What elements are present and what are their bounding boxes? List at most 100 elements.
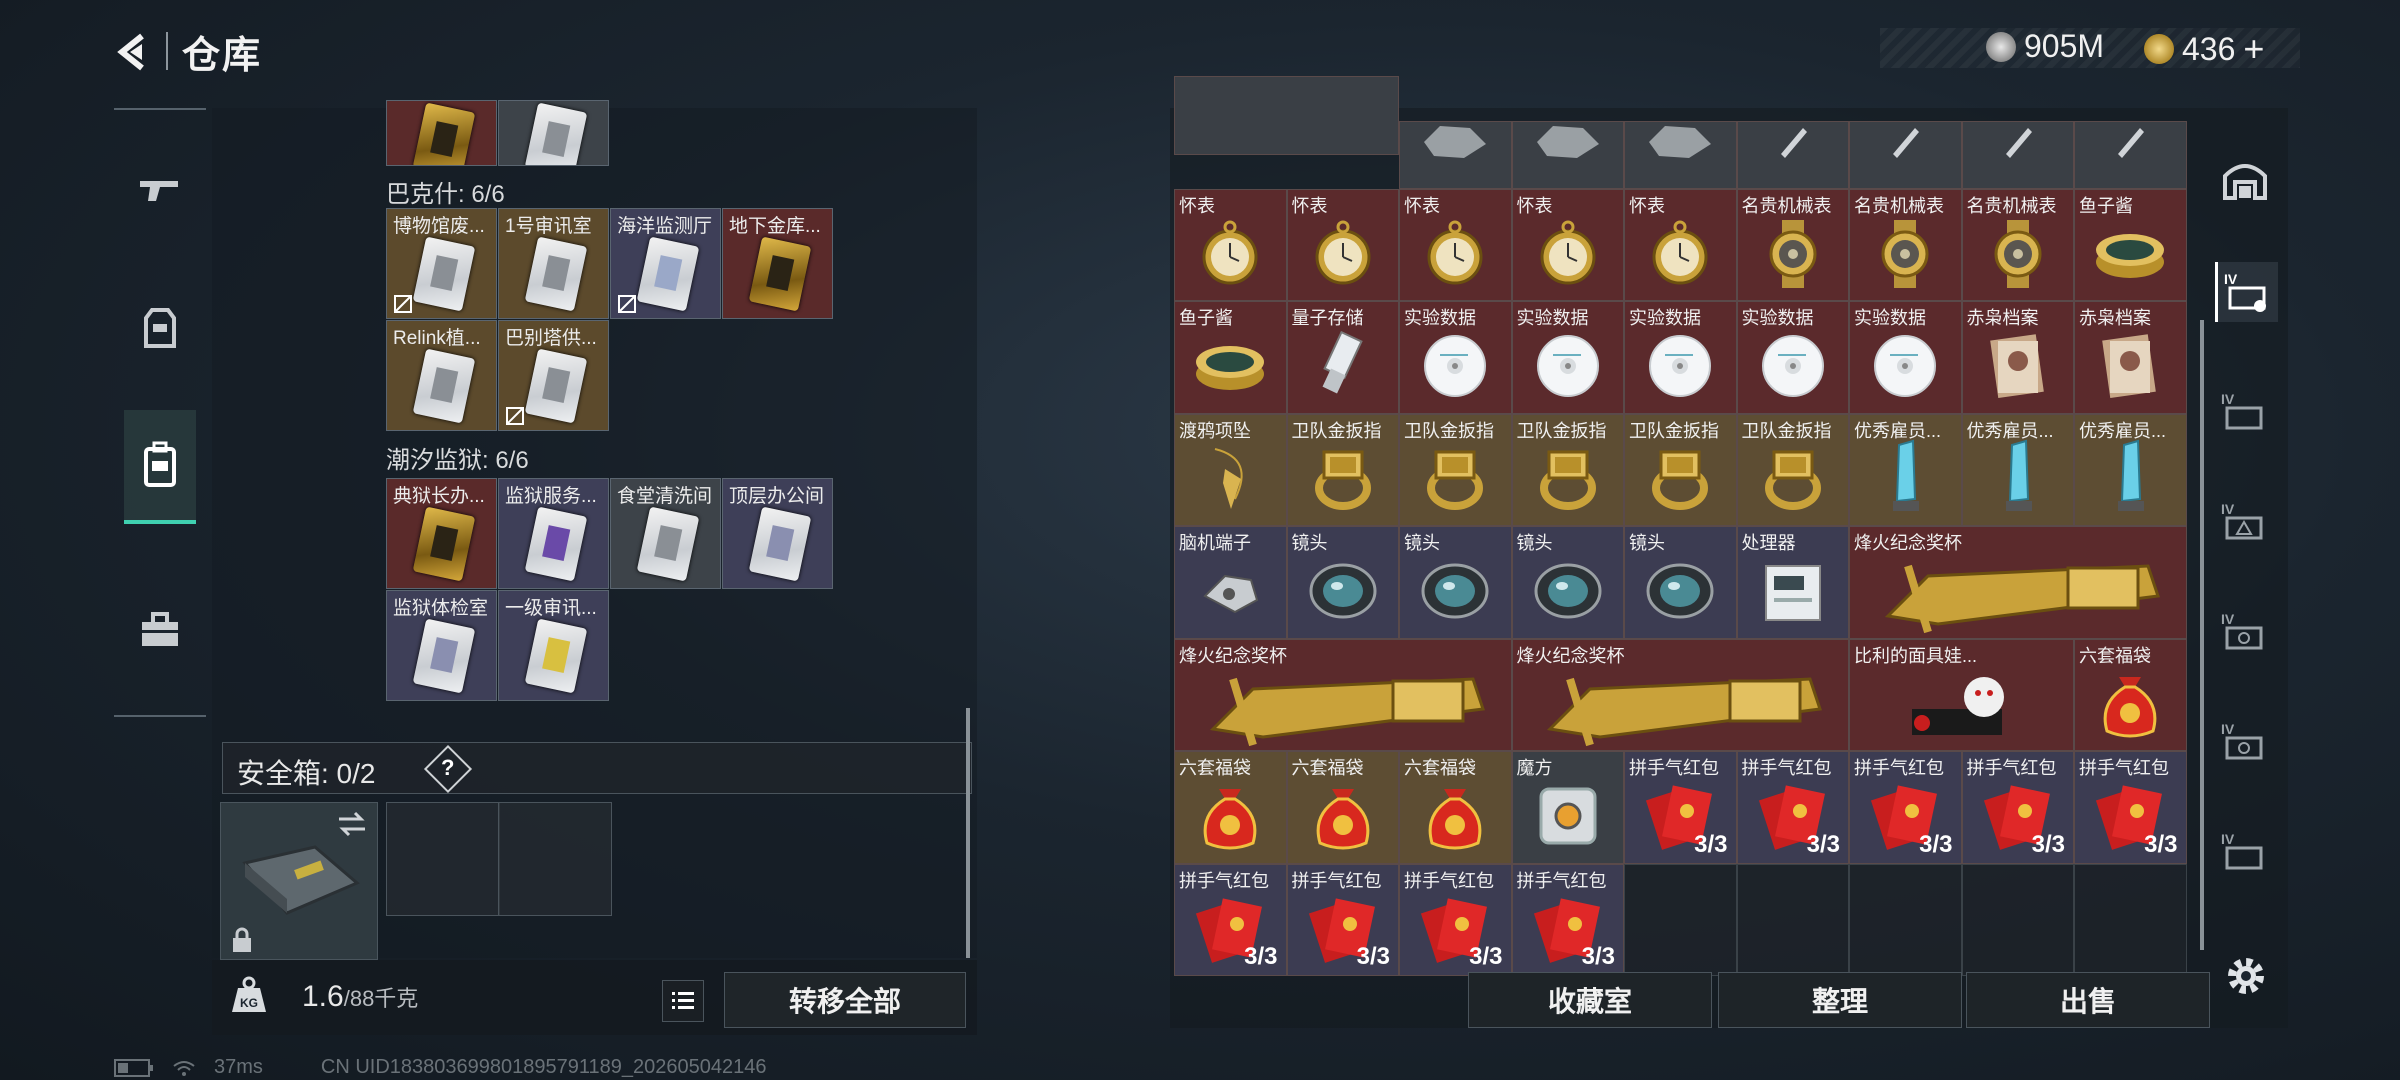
tab-storage-iv-1[interactable]: IV xyxy=(2215,262,2278,322)
keycard-slot[interactable]: 博物馆废... xyxy=(386,208,497,319)
quantum-storage-icon xyxy=(1322,331,1363,394)
item-slot[interactable]: 鱼子酱 xyxy=(1174,301,1287,414)
left-scrollbar[interactable] xyxy=(966,708,970,958)
camera-lens-icon xyxy=(1421,563,1489,619)
item-slot[interactable]: 拼手气红包 3/3 xyxy=(1961,751,2074,864)
sell-button[interactable]: 出售 xyxy=(1966,972,2210,1028)
keycard-slot[interactable]: 一级审讯... xyxy=(498,590,609,701)
tab-storage-iv-4[interactable]: IV xyxy=(2215,602,2275,662)
item-slot[interactable]: 怀表 xyxy=(1399,188,1512,301)
item-slot[interactable]: 实验数据 xyxy=(1736,301,1849,414)
add-ticket-icon[interactable]: + xyxy=(2243,28,2264,70)
item-slot[interactable]: 实验数据 xyxy=(1624,301,1737,414)
item-slot[interactable]: 烽火纪念奖杯 xyxy=(1174,638,1512,751)
item-slot[interactable]: 卫队金扳指 xyxy=(1286,413,1399,526)
ticket-balance[interactable]: 436 + xyxy=(2144,28,2264,70)
item-slot[interactable]: 处理器 xyxy=(1736,526,1849,639)
item-slot[interactable] xyxy=(1174,76,1399,155)
transfer-all-button[interactable]: 转移全部 xyxy=(724,972,966,1028)
item-slot[interactable]: 实验数据 xyxy=(1511,301,1624,414)
item-slot[interactable]: 优秀雇员... xyxy=(1849,413,1962,526)
list-view-button[interactable] xyxy=(662,980,704,1022)
keycard-slot[interactable]: 监狱服务... xyxy=(498,478,609,589)
collection-room-button[interactable]: 收藏室 xyxy=(1468,972,1712,1028)
item-slot[interactable]: 优秀雇员... xyxy=(1961,413,2074,526)
item-slot[interactable]: 卫队金扳指 xyxy=(1511,413,1624,526)
sort-button[interactable]: 整理 xyxy=(1718,972,1962,1028)
tab-storage-iv-5[interactable]: IV xyxy=(2215,712,2275,772)
item-slot[interactable]: 名贵机械表 xyxy=(1736,188,1849,301)
item-slot[interactable]: 卫队金扳指 xyxy=(1399,413,1512,526)
settings-icon[interactable] xyxy=(2222,952,2270,1000)
keycard-slot[interactable]: 巴别塔供... xyxy=(498,320,609,431)
item-slot[interactable]: 六套福袋 xyxy=(2074,638,2187,751)
item-slot[interactable]: 名贵机械表 xyxy=(1849,188,1962,301)
item-slot[interactable] xyxy=(1736,121,1849,189)
item-slot[interactable]: 镜头 xyxy=(1624,526,1737,639)
keycard-slot[interactable]: 监狱体检室 xyxy=(386,590,497,701)
item-slot[interactable]: 拼手气红包 3/3 xyxy=(2074,751,2187,864)
item-slot[interactable]: 魔方 xyxy=(1511,751,1624,864)
item-slot[interactable]: 拼手气红包 3/3 xyxy=(1736,751,1849,864)
item-slot[interactable]: 实验数据 xyxy=(1849,301,1962,414)
item-slot[interactable]: 脑机端子 xyxy=(1174,526,1287,639)
keycard-icon xyxy=(412,618,476,694)
swap-icon[interactable] xyxy=(337,811,367,837)
item-slot[interactable]: 赤枭档案 xyxy=(1961,301,2074,414)
item-slot[interactable]: 怀表 xyxy=(1511,188,1624,301)
item-slot[interactable]: 烽火纪念奖杯 xyxy=(1849,526,2187,639)
tab-storage-iv-2[interactable]: IV xyxy=(2215,382,2275,442)
tab-warehouse-home[interactable] xyxy=(2215,150,2275,210)
item-slot[interactable] xyxy=(2074,121,2187,189)
item-slot[interactable]: 量子存储 xyxy=(1286,301,1399,414)
item-slot[interactable]: 六套福袋 xyxy=(1174,751,1287,864)
item-slot[interactable] xyxy=(1399,121,1512,189)
item-slot[interactable]: 六套福袋 xyxy=(1286,751,1399,864)
right-scrollbar[interactable] xyxy=(2200,320,2204,950)
item-slot[interactable]: 鱼子酱 xyxy=(2074,188,2187,301)
item-slot[interactable]: 名贵机械表 xyxy=(1961,188,2074,301)
nav-toolbox[interactable] xyxy=(124,590,196,670)
nav-armor[interactable] xyxy=(124,288,196,368)
item-slot[interactable]: 优秀雇员... xyxy=(2074,413,2187,526)
item-slot[interactable]: 拼手气红包 3/3 xyxy=(1624,751,1737,864)
nav-storage[interactable] xyxy=(124,410,196,524)
back-icon[interactable] xyxy=(112,30,156,74)
item-slot[interactable]: 实验数据 xyxy=(1399,301,1512,414)
safe-box-slot[interactable] xyxy=(498,802,612,916)
item-slot[interactable] xyxy=(386,100,497,166)
keycard-slot[interactable]: 地下金库... xyxy=(722,208,833,319)
item-slot[interactable] xyxy=(1961,121,2074,189)
keycard-slot[interactable]: 海洋监测厅 xyxy=(610,208,721,319)
item-slot[interactable] xyxy=(1511,121,1624,189)
item-slot[interactable]: 镜头 xyxy=(1399,526,1512,639)
item-slot[interactable]: 拼手气红包 3/3 xyxy=(1849,751,1962,864)
keycard-slot[interactable]: Relink植... xyxy=(386,320,497,431)
item-slot[interactable] xyxy=(1849,121,1962,189)
keycard-slot[interactable]: 顶层办公间 xyxy=(722,478,833,589)
nav-weapons[interactable] xyxy=(124,150,196,230)
keycard-slot[interactable]: 1号审讯室 xyxy=(498,208,609,319)
keycard-slot[interactable]: 典狱长办... xyxy=(386,478,497,589)
item-slot[interactable]: 赤枭档案 xyxy=(2074,301,2187,414)
keycard-slot[interactable]: 食堂清洗间 xyxy=(610,478,721,589)
item-slot[interactable]: 怀表 xyxy=(1624,188,1737,301)
item-slot[interactable]: 怀表 xyxy=(1174,188,1287,301)
tab-storage-iv-6[interactable]: IV xyxy=(2215,822,2275,882)
item-slot[interactable]: 怀表 xyxy=(1286,188,1399,301)
item-slot[interactable] xyxy=(498,100,609,166)
keycard-icon xyxy=(748,506,812,582)
item-slot[interactable]: 卫队金扳指 xyxy=(1624,413,1737,526)
safe-box-slot[interactable] xyxy=(386,802,500,916)
item-slot[interactable]: 六套福袋 xyxy=(1399,751,1512,864)
item-slot[interactable]: 镜头 xyxy=(1286,526,1399,639)
item-slot[interactable]: 卫队金扳指 xyxy=(1736,413,1849,526)
item-slot[interactable]: 镜头 xyxy=(1511,526,1624,639)
tab-storage-iv-3[interactable]: IV xyxy=(2215,492,2275,552)
item-slot[interactable]: 烽火纪念奖杯 xyxy=(1511,638,1849,751)
item-slot[interactable]: 比利的面具娃... xyxy=(1849,638,2074,751)
item-slot[interactable] xyxy=(1624,121,1737,189)
item-name: 卫队金扳指 xyxy=(1629,420,1719,441)
safe-box-container[interactable] xyxy=(220,802,378,960)
item-slot[interactable]: 渡鸦项坠 xyxy=(1174,413,1287,526)
